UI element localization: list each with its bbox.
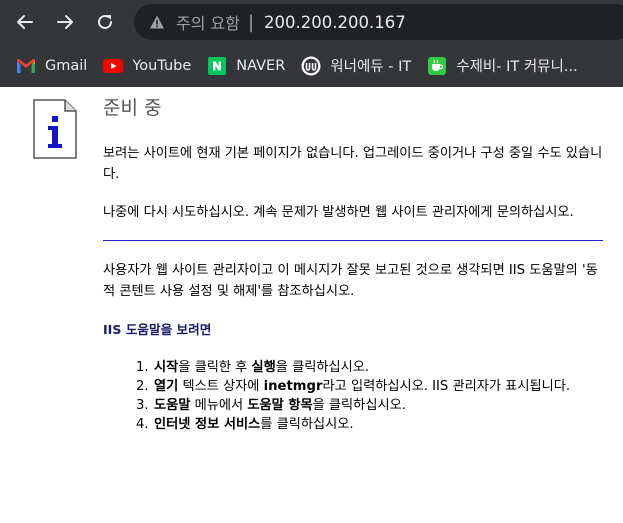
bookmark-label: 워너에듀 - IT [330,59,412,75]
step-keyword: inetmgr [263,379,323,394]
list-item: 2. 열기 텍스트 상자에 inetmgr라고 입력하십시오. IIS 관리자가 … [136,377,603,396]
step-number: 3. [136,398,149,413]
reload-button[interactable] [89,6,121,38]
warning-icon[interactable] [148,13,166,31]
paragraph-unavailable: 보려는 사이트에 현재 기본 페이지가 없습니다. 업그레이드 중이거나 구성 … [103,146,603,182]
step-keyword: 실행 [251,360,276,375]
step-keyword: 도움말 항목 [247,398,313,413]
youtube-icon [103,56,124,76]
step-keyword: 인터넷 정보 서비스 [154,417,261,432]
back-arrow-icon [17,15,33,29]
step-text: 라고 입력하십시오. IIS 관리자가 표시됩니다. [322,379,571,394]
bookmark-gmail[interactable]: Gmail [8,52,95,80]
message-body: 준비 중 보려는 사이트에 현재 기본 페이지가 없습니다. 업그레이드 중이거… [103,95,603,434]
help-heading: IIS 도움말을 보려면 [103,322,212,337]
back-button[interactable] [9,6,41,38]
list-item: 1. 시작을 클릭한 후 실행을 클릭하십시오. [136,358,603,377]
step-text: 메뉴에서 [190,398,248,413]
paragraph-try-later: 나중에 다시 시도하십시오. 계속 문제가 발생하면 웹 사이트 관리자에게 문… [103,205,574,220]
step-text: 을 클릭한 후 [178,360,252,375]
divider [103,240,603,241]
bookmark-label: YouTube [132,57,192,74]
info-document-icon [33,99,77,159]
step-number: 4. [136,417,149,432]
forward-button[interactable] [49,6,81,38]
browser-toolbar: 주의 요함 | 200.200.200.167 [0,0,623,44]
step-text: 을 클릭하십시오. [312,398,406,413]
step-keyword: 열기 [154,379,179,394]
browser-chrome: 주의 요함 | 200.200.200.167 Gmail YouTube NA… [0,0,623,87]
address-bar[interactable]: 주의 요함 | 200.200.200.167 [134,4,623,40]
help-steps-list: 1. 시작을 클릭한 후 실행을 클릭하십시오. 2. 열기 텍스트 상자에 ine… [136,358,603,434]
paragraph-admin-note: 사용자가 웹 사이트 관리자이고 이 메시지가 잘못 보고된 것으로 생각되면 … [103,263,598,299]
bookmarks-bar: Gmail YouTube NAVER 워너에듀 - IT 수제비- IT 커뮤… [0,44,623,87]
step-number: 1. [136,360,149,375]
gmail-icon [16,56,36,76]
address-separator: | [247,11,255,33]
step-text: 텍스트 상자에 [178,379,264,394]
bookmark-label: Gmail [45,57,88,74]
wanner-edu-icon [301,56,321,76]
url-text[interactable]: 200.200.200.167 [264,13,406,32]
list-item: 3. 도움말 메뉴에서 도움말 항목을 클릭하십시오. [136,396,603,415]
step-text: 를 클릭하십시오. [260,417,354,432]
page-title: 준비 중 [103,97,162,119]
bookmark-label: NAVER [236,57,286,74]
page-content: 준비 중 보려는 사이트에 현재 기본 페이지가 없습니다. 업그레이드 중이거… [0,87,623,523]
reload-icon [98,15,112,29]
naver-icon [207,56,227,76]
step-keyword: 시작 [154,360,179,375]
bookmark-wanner-edu[interactable]: 워너에듀 - IT [293,52,419,80]
sujebi-icon [427,56,447,76]
bookmark-youtube[interactable]: YouTube [95,52,199,80]
bookmark-naver[interactable]: NAVER [199,52,293,80]
list-item: 4. 인터넷 정보 서비스를 클릭하십시오. [136,415,603,434]
bookmark-sujebi[interactable]: 수제비- IT 커뮤니... [419,52,585,80]
forward-arrow-icon [57,15,73,29]
step-number: 2. [136,379,149,394]
security-status-label[interactable]: 주의 요함 [176,10,240,34]
step-text: 을 클릭하십시오. [275,360,370,375]
step-keyword: 도움말 [154,398,191,413]
bookmark-label: 수제비- IT 커뮤니... [456,59,578,75]
